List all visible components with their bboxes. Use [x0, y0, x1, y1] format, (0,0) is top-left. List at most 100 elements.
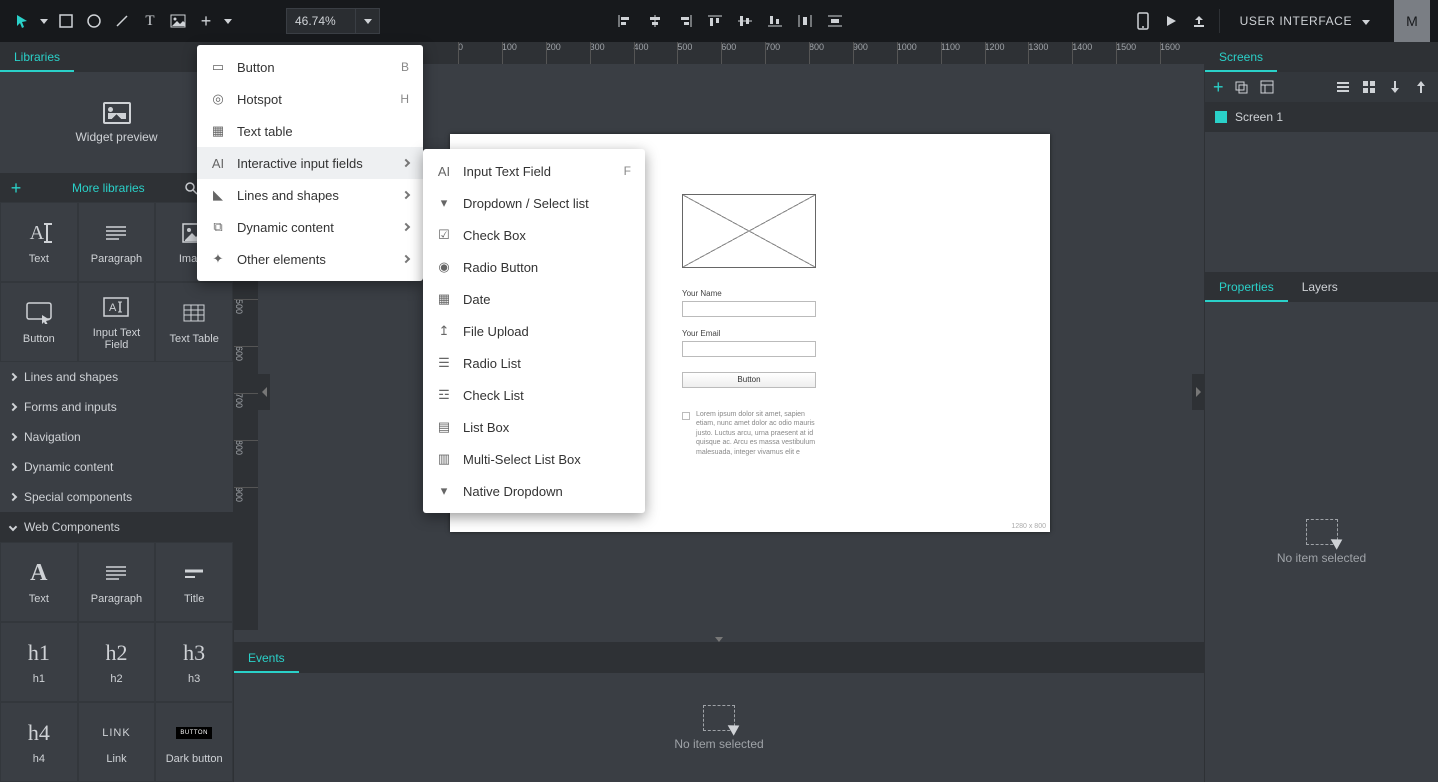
- library-item[interactable]: AText: [0, 542, 78, 622]
- library-category[interactable]: Forms and inputs: [0, 392, 233, 422]
- menu-item[interactable]: ✦Other elements: [197, 243, 423, 275]
- upload-icon[interactable]: [1185, 7, 1213, 35]
- library-category[interactable]: Dynamic content: [0, 452, 233, 482]
- library-item[interactable]: h1h1: [0, 622, 78, 702]
- tab-events[interactable]: Events: [234, 643, 299, 673]
- add-tool-chevron-icon[interactable]: [220, 7, 236, 35]
- menu-item[interactable]: ◉Radio Button: [423, 251, 645, 283]
- tab-libraries[interactable]: Libraries: [0, 42, 74, 72]
- library-item[interactable]: LINKLink: [78, 702, 156, 782]
- events-panel-collapse-icon[interactable]: [715, 630, 723, 645]
- library-item[interactable]: AInput Text Field: [78, 282, 156, 362]
- library-item[interactable]: h3h3: [155, 622, 233, 702]
- circle-tool-icon[interactable]: [80, 7, 108, 35]
- menu-item[interactable]: ▦Date: [423, 283, 645, 315]
- menu-item[interactable]: ▾Dropdown / Select list: [423, 187, 645, 219]
- library-item-label: Text: [29, 593, 49, 605]
- template-screen-icon[interactable]: [1258, 80, 1276, 94]
- align-right-icon[interactable]: [670, 7, 700, 35]
- library-grid-web: ATextParagraph Title h1h1h2h2h3h3 h4h4LINKL…: [0, 542, 233, 782]
- library-category[interactable]: Special components: [0, 482, 233, 512]
- sort-up-icon[interactable]: [1412, 81, 1430, 93]
- zoom-input[interactable]: [286, 8, 356, 34]
- list-view-icon[interactable]: [1334, 81, 1352, 93]
- add-tool-icon[interactable]: +: [192, 7, 220, 35]
- grid-view-icon[interactable]: [1360, 81, 1378, 93]
- form-input-email[interactable]: [682, 341, 816, 357]
- menu-item[interactable]: ☑Check Box: [423, 219, 645, 251]
- library-item[interactable]: Button: [0, 282, 78, 362]
- form-button[interactable]: Button: [682, 372, 816, 388]
- menu-item-icon: ▦: [209, 123, 227, 139]
- menu-item[interactable]: ▤List Box: [423, 411, 645, 443]
- library-item[interactable]: Paragraph: [78, 542, 156, 622]
- sort-down-icon[interactable]: [1386, 81, 1404, 93]
- pointer-tool-icon[interactable]: [8, 7, 36, 35]
- library-item-label: Title: [184, 593, 204, 605]
- library-item-label: Dark button: [166, 753, 223, 765]
- wireframe-image-placeholder[interactable]: [682, 194, 816, 268]
- align-bottom-icon[interactable]: [760, 7, 790, 35]
- menu-item[interactable]: ☲Check List: [423, 379, 645, 411]
- menu-item[interactable]: ◣Lines and shapes: [197, 179, 423, 211]
- distribute-h-icon[interactable]: [790, 7, 820, 35]
- menu-item[interactable]: AIInteractive input fields: [197, 147, 423, 179]
- library-category[interactable]: Lines and shapes: [0, 362, 233, 392]
- form-input-name[interactable]: [682, 301, 816, 317]
- collapse-left-handle[interactable]: [258, 374, 270, 410]
- library-item[interactable]: AText: [0, 202, 78, 282]
- play-icon[interactable]: [1157, 7, 1185, 35]
- menu-item-shortcut: F: [624, 164, 631, 178]
- zoom-dropdown-icon[interactable]: [356, 8, 380, 34]
- image-tool-icon[interactable]: [164, 7, 192, 35]
- tab-properties[interactable]: Properties: [1205, 272, 1288, 302]
- square-tool-icon[interactable]: [52, 7, 80, 35]
- align-left-icon[interactable]: [610, 7, 640, 35]
- duplicate-screen-icon[interactable]: [1232, 80, 1250, 94]
- add-screen-icon[interactable]: +: [1213, 77, 1224, 98]
- library-item-label: h4: [33, 753, 45, 765]
- menu-item-shortcut: H: [400, 92, 409, 106]
- library-item-icon: h3: [183, 639, 205, 667]
- line-tool-icon[interactable]: [108, 7, 136, 35]
- align-center-h-icon[interactable]: [640, 7, 670, 35]
- library-item-label: Paragraph: [91, 253, 142, 265]
- menu-item[interactable]: ⧉Dynamic content: [197, 211, 423, 243]
- menu-item-label: Radio Button: [463, 260, 538, 275]
- user-avatar[interactable]: M: [1394, 0, 1430, 42]
- menu-item[interactable]: ▾Native Dropdown: [423, 475, 645, 507]
- menu-item[interactable]: ▦Text table: [197, 115, 423, 147]
- device-icon[interactable]: [1129, 7, 1157, 35]
- menu-item[interactable]: ☰Radio List: [423, 347, 645, 379]
- library-item[interactable]: h4h4: [0, 702, 78, 782]
- menu-item-icon: ☲: [435, 387, 453, 403]
- screen-item[interactable]: Screen 1: [1205, 102, 1438, 132]
- add-library-icon[interactable]: +: [8, 180, 24, 196]
- align-tools: [610, 7, 850, 35]
- menu-item-shortcut: B: [401, 60, 409, 74]
- library-item[interactable]: Paragraph: [78, 202, 156, 282]
- collapse-right-handle[interactable]: [1192, 374, 1204, 410]
- project-selector[interactable]: USER INTERFACE: [1226, 14, 1384, 28]
- menu-item[interactable]: ↥File Upload: [423, 315, 645, 347]
- pointer-tool-chevron-icon[interactable]: [36, 7, 52, 35]
- library-item[interactable]: BUTTONDark button: [155, 702, 233, 782]
- menu-item[interactable]: ▭ButtonB: [197, 51, 423, 83]
- form-checkbox[interactable]: [682, 412, 690, 420]
- library-item[interactable]: Title: [155, 542, 233, 622]
- align-middle-icon[interactable]: [730, 7, 760, 35]
- library-item[interactable]: h2h2: [78, 622, 156, 702]
- menu-item-label: Date: [463, 292, 490, 307]
- more-libraries-link[interactable]: More libraries: [72, 181, 145, 195]
- library-item[interactable]: Text Table: [155, 282, 233, 362]
- distribute-v-icon[interactable]: [820, 7, 850, 35]
- menu-item[interactable]: AIInput Text FieldF: [423, 155, 645, 187]
- align-top-icon[interactable]: [700, 7, 730, 35]
- menu-item[interactable]: ◎HotspotH: [197, 83, 423, 115]
- text-tool-icon[interactable]: T: [136, 7, 164, 35]
- tab-layers[interactable]: Layers: [1288, 272, 1352, 302]
- menu-item[interactable]: ▥Multi-Select List Box: [423, 443, 645, 475]
- library-category[interactable]: Navigation: [0, 422, 233, 452]
- tab-screens[interactable]: Screens: [1205, 42, 1277, 72]
- library-category[interactable]: Web Components: [0, 512, 233, 542]
